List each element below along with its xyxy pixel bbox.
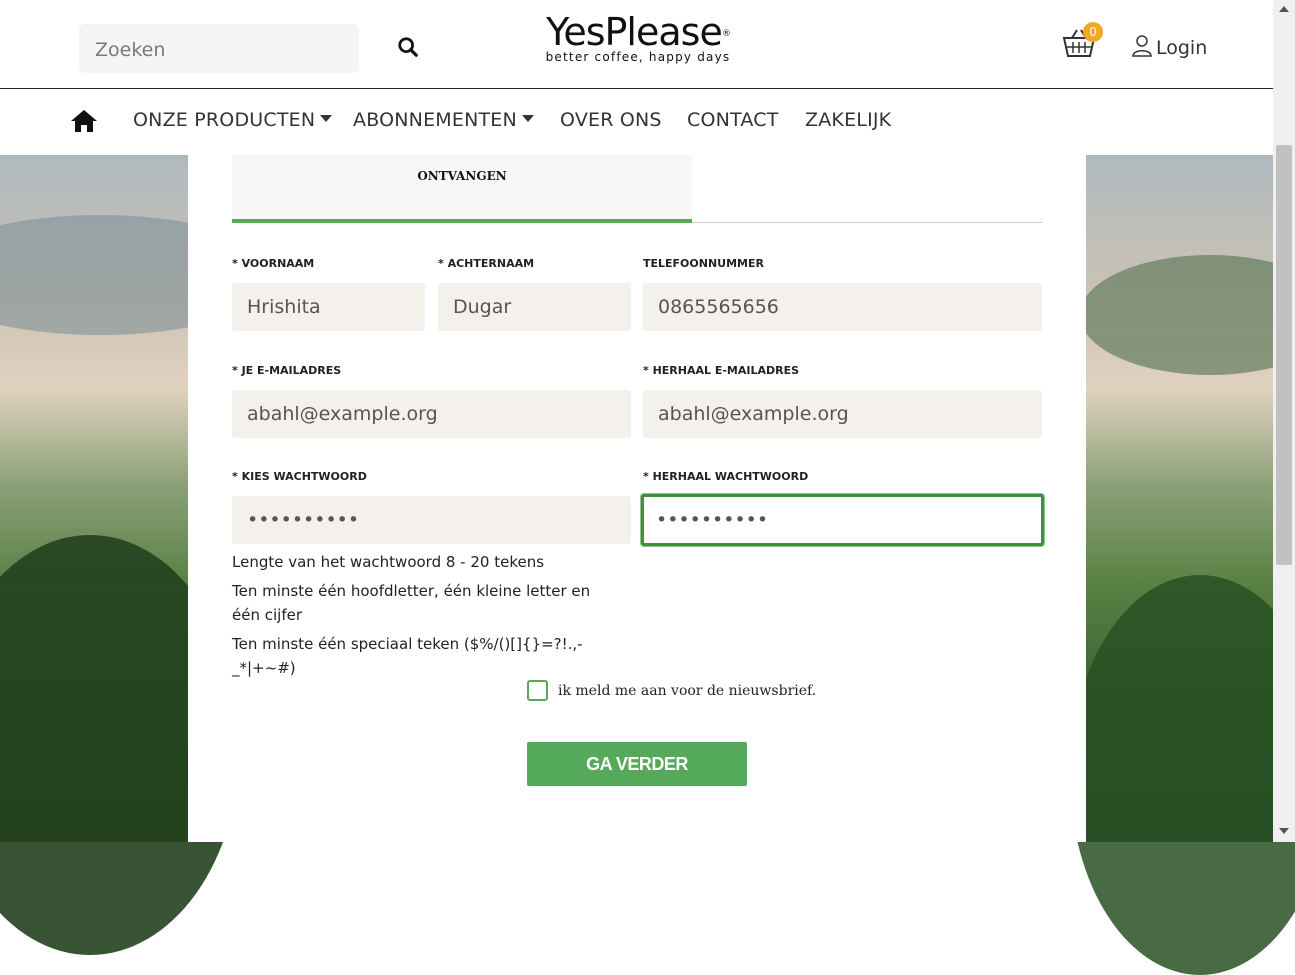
scroll-down-arrow-icon[interactable] [1279, 828, 1289, 834]
registration-panel: ONTVANGEN * VOORNAAM * ACHTERNAAM TELEFO… [188, 155, 1086, 842]
password-hint: Ten minste één hoofdletter, één kleine l… [232, 582, 591, 624]
email-field[interactable] [232, 390, 631, 438]
newsletter-option: ik meld me aan voor de nieuwsbrief. [527, 680, 816, 701]
phone-field[interactable] [643, 283, 1042, 331]
tab-other[interactable] [692, 155, 1042, 223]
email-repeat-label: * HERHAAL E-MAILADRES [643, 364, 800, 377]
continue-button[interactable]: GA VERDER [527, 742, 747, 786]
last-name-field[interactable] [438, 283, 631, 331]
phone-label: TELEFOONNUMMER [643, 257, 764, 270]
newsletter-label[interactable]: ik meld me aan voor de nieuwsbrief. [558, 683, 816, 699]
nav-item-abonnementen[interactable]: ABONNEMENTEN [353, 109, 534, 131]
user-icon [1132, 34, 1152, 62]
password-field[interactable] [232, 496, 631, 544]
scroll-up-arrow-icon[interactable] [1279, 6, 1289, 12]
logo-registered-mark: ® [721, 29, 731, 39]
logo[interactable]: YesPlease® better coffee, happy days [532, 12, 744, 68]
caret-down-icon [320, 115, 333, 122]
nav-item-label: ABONNEMENTEN [353, 109, 517, 131]
cart-count-badge: 0 [1083, 22, 1103, 42]
first-name-label: * VOORNAAM [232, 257, 315, 270]
last-name-label: * ACHTERNAAM [438, 257, 535, 270]
newsletter-checkbox[interactable] [527, 680, 548, 701]
logo-name: YesPlease [546, 10, 723, 54]
nav-item-zakelijk[interactable]: ZAKELIJK [805, 109, 891, 131]
home-icon[interactable] [70, 108, 98, 134]
tab-ontvangen[interactable]: ONTVANGEN [232, 155, 692, 223]
nav-item-contact[interactable]: CONTACT [687, 109, 779, 131]
password-hint: Ten minste één speciaal teken ($%/()[]{}… [232, 635, 583, 677]
password-hint: Lengte van het wachtwoord 8 - 20 tekens [232, 553, 545, 571]
nav-item-label: ONZE PRODUCTEN [133, 109, 316, 131]
main-nav: ONZE PRODUCTEN ABONNEMENTEN OVER ONS CON… [0, 89, 1273, 155]
tab-label: ONTVANGEN [417, 169, 507, 183]
nav-item-onze-producten[interactable]: ONZE PRODUCTEN [133, 109, 333, 131]
search-box [79, 24, 418, 73]
login-label: Login [1156, 37, 1208, 59]
scrollbar-thumb[interactable] [1276, 145, 1292, 565]
login-link[interactable]: Login [1132, 34, 1207, 62]
first-name-field[interactable] [232, 283, 425, 331]
password-repeat-field[interactable] [641, 494, 1044, 546]
tab-heading-cut-off [790, 155, 940, 162]
caret-down-icon [521, 115, 534, 122]
search-icon[interactable] [397, 36, 423, 62]
search-input[interactable] [93, 36, 317, 64]
logo-tagline: better coffee, happy days [545, 50, 731, 64]
password-label: * KIES WACHTWOORD [232, 470, 367, 483]
password-repeat-label: * HERHAAL WACHTWOORD [643, 470, 809, 483]
site-header: YesPlease® better coffee, happy days 0 L… [0, 0, 1273, 89]
page-scrollbar[interactable] [1273, 0, 1295, 842]
email-label: * JE E-MAILADRES [232, 364, 342, 377]
email-repeat-field[interactable] [643, 390, 1042, 438]
nav-item-over-ons[interactable]: OVER ONS [560, 109, 662, 131]
